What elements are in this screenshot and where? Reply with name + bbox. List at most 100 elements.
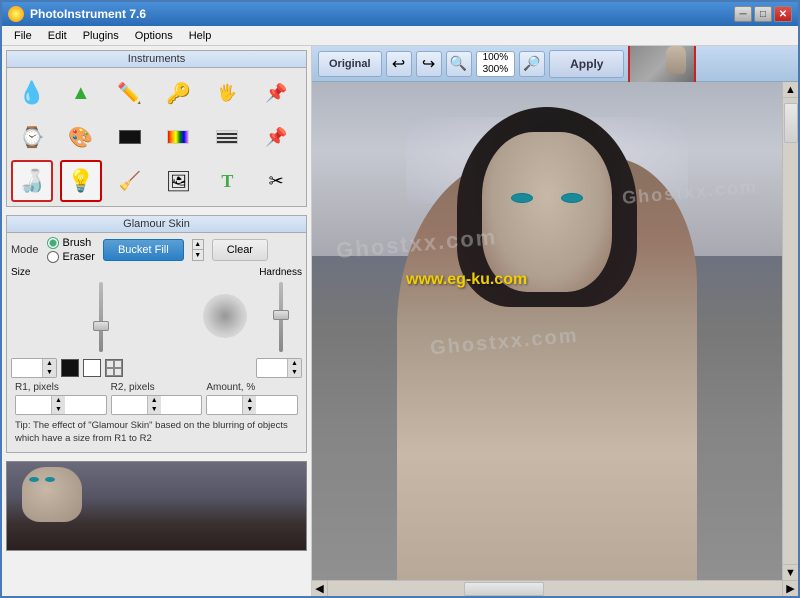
tool-lines[interactable]: [206, 116, 248, 158]
title-bar: PhotoInstrument 7.6 ─ □ ✕: [2, 2, 798, 26]
tool-cone[interactable]: ▲: [60, 72, 102, 114]
tool-pushpin[interactable]: 📌: [255, 116, 297, 158]
menu-options[interactable]: Options: [127, 28, 181, 44]
menu-edit[interactable]: Edit: [40, 28, 75, 44]
hardness-input[interactable]: 50: [257, 359, 287, 377]
amount-spin-down[interactable]: ▼: [242, 405, 256, 414]
brush-radio-item[interactable]: Brush: [47, 237, 95, 249]
r1-input[interactable]: 1.6: [16, 396, 51, 414]
scroll-down-button[interactable]: ▼: [783, 564, 798, 580]
r1-spinner: 1.6 ▲ ▼: [15, 395, 107, 415]
tool-water-drop[interactable]: 💧: [11, 72, 53, 114]
tool-color-wheel[interactable]: 🎨: [60, 116, 102, 158]
undo-icon: ↩: [392, 54, 405, 74]
right-panel: Original ↩ ↪ 🔍 100% 300% 🔎 Apply: [312, 46, 798, 596]
title-bar-left: PhotoInstrument 7.6: [8, 6, 146, 22]
original-button[interactable]: Original: [318, 51, 382, 77]
preview-bg: [7, 462, 306, 550]
maximize-button[interactable]: □: [754, 6, 772, 22]
amount-group: Amount, % 10 ▲ ▼: [206, 382, 298, 415]
size-spin-down[interactable]: ▼: [42, 368, 56, 377]
color-swatch-black[interactable]: [61, 359, 79, 377]
hardness-spin-up[interactable]: ▲: [287, 359, 301, 368]
r2-spin-up[interactable]: ▲: [147, 396, 161, 405]
main-window: PhotoInstrument 7.6 ─ □ ✕ File Edit Plug…: [0, 0, 800, 598]
menu-bar: File Edit Plugins Options Help: [2, 26, 798, 46]
vertical-scrollbar[interactable]: ▲ ▼: [782, 82, 798, 580]
r2-input[interactable]: 5.2: [112, 396, 147, 414]
scroll-left-button[interactable]: ◀: [312, 581, 328, 596]
blur-preview-area: [195, 281, 255, 351]
smudge-icon: 🖐: [217, 83, 237, 103]
tool-picture[interactable]: 🖼: [157, 160, 199, 202]
hardness-spin-down[interactable]: ▼: [287, 368, 301, 377]
scroll-thumb[interactable]: [784, 103, 798, 143]
tool-bottle[interactable]: 🍶: [11, 160, 53, 202]
app-icon: [8, 6, 24, 22]
tool-pencil[interactable]: ✏️: [109, 72, 151, 114]
water-drop-icon: 💧: [18, 80, 45, 106]
size-label: Size: [11, 267, 30, 278]
tool-eraser-tool[interactable]: 🧹: [109, 160, 151, 202]
redo-button[interactable]: ↪: [416, 51, 442, 77]
menu-help[interactable]: Help: [181, 28, 220, 44]
undo-button[interactable]: ↩: [386, 51, 412, 77]
image-area: Ghostxx.com Ghostxx.com Ghostxx.com www.…: [312, 82, 782, 580]
r2-spin-down[interactable]: ▼: [147, 405, 161, 414]
horizontal-scrollbar[interactable]: ◀ ▶: [312, 580, 798, 596]
mode-row: Mode Brush Eraser Bucket Fill ▲: [11, 237, 302, 263]
grid-icon[interactable]: [105, 359, 123, 377]
r1-group: R1, pixels 1.6 ▲ ▼: [15, 382, 107, 415]
zoom-in-button[interactable]: 🔎: [519, 51, 545, 77]
tool-gradient[interactable]: [157, 116, 199, 158]
tool-fill[interactable]: [109, 116, 151, 158]
hardness-spinner: 50 ▲ ▼: [256, 358, 302, 378]
eraser-radio[interactable]: [47, 251, 59, 263]
hardness-thumb[interactable]: [273, 310, 289, 320]
size-thumb[interactable]: [93, 321, 109, 331]
tool-smudge[interactable]: 🖐: [206, 72, 248, 114]
zoom-out-button[interactable]: 🔍: [446, 51, 472, 77]
eraser-radio-item[interactable]: Eraser: [47, 251, 95, 263]
size-input[interactable]: 41: [12, 359, 42, 377]
tool-bulb[interactable]: 💡: [60, 160, 102, 202]
clear-button[interactable]: Clear: [212, 239, 268, 261]
hardness-label: Hardness: [259, 267, 302, 278]
r1-spin-down[interactable]: ▼: [51, 405, 65, 414]
amount-spin-up[interactable]: ▲: [242, 396, 256, 405]
bucket-fill-button[interactable]: Bucket Fill: [103, 239, 184, 261]
tool-watch[interactable]: ⌚: [11, 116, 53, 158]
window-title: PhotoInstrument 7.6: [30, 7, 146, 21]
tool-stamp[interactable]: 🔑: [157, 72, 199, 114]
bucket-spin-down[interactable]: ▼: [193, 250, 203, 260]
blur-preview-circle: [203, 294, 247, 338]
minimize-button[interactable]: ─: [734, 6, 752, 22]
grid-cell-2: [114, 360, 122, 368]
title-controls: ─ □ ✕: [734, 6, 792, 22]
tool-scissors[interactable]: ✂: [255, 160, 297, 202]
amount-spinner: 10 ▲ ▼: [206, 395, 298, 415]
tool-pin[interactable]: 📌: [255, 72, 297, 114]
color-swatch-white[interactable]: [83, 359, 101, 377]
tool-text[interactable]: T: [206, 160, 248, 202]
menu-plugins[interactable]: Plugins: [75, 28, 127, 44]
hardness-spinner-btns: ▲ ▼: [287, 359, 301, 377]
hardness-track: [279, 282, 283, 352]
preview-eye-right: [45, 477, 55, 482]
r2-label: R2, pixels: [111, 382, 203, 393]
zoom-out-icon: 🔍: [450, 55, 467, 72]
brush-radio[interactable]: [47, 237, 59, 249]
apply-button[interactable]: Apply: [549, 50, 624, 78]
amount-input[interactable]: 10: [207, 396, 242, 414]
scroll-up-button[interactable]: ▲: [783, 82, 798, 98]
bucket-spin-up[interactable]: ▲: [193, 240, 203, 250]
pin-icon: 📌: [265, 83, 287, 104]
image-row: Ghostxx.com Ghostxx.com Ghostxx.com www.…: [312, 82, 798, 580]
r1-spin-up[interactable]: ▲: [51, 396, 65, 405]
menu-file[interactable]: File: [6, 28, 40, 44]
close-button[interactable]: ✕: [774, 6, 792, 22]
preview-eye-left: [29, 477, 39, 482]
h-scroll-thumb[interactable]: [464, 582, 544, 596]
size-spin-up[interactable]: ▲: [42, 359, 56, 368]
scroll-right-button[interactable]: ▶: [782, 581, 798, 596]
